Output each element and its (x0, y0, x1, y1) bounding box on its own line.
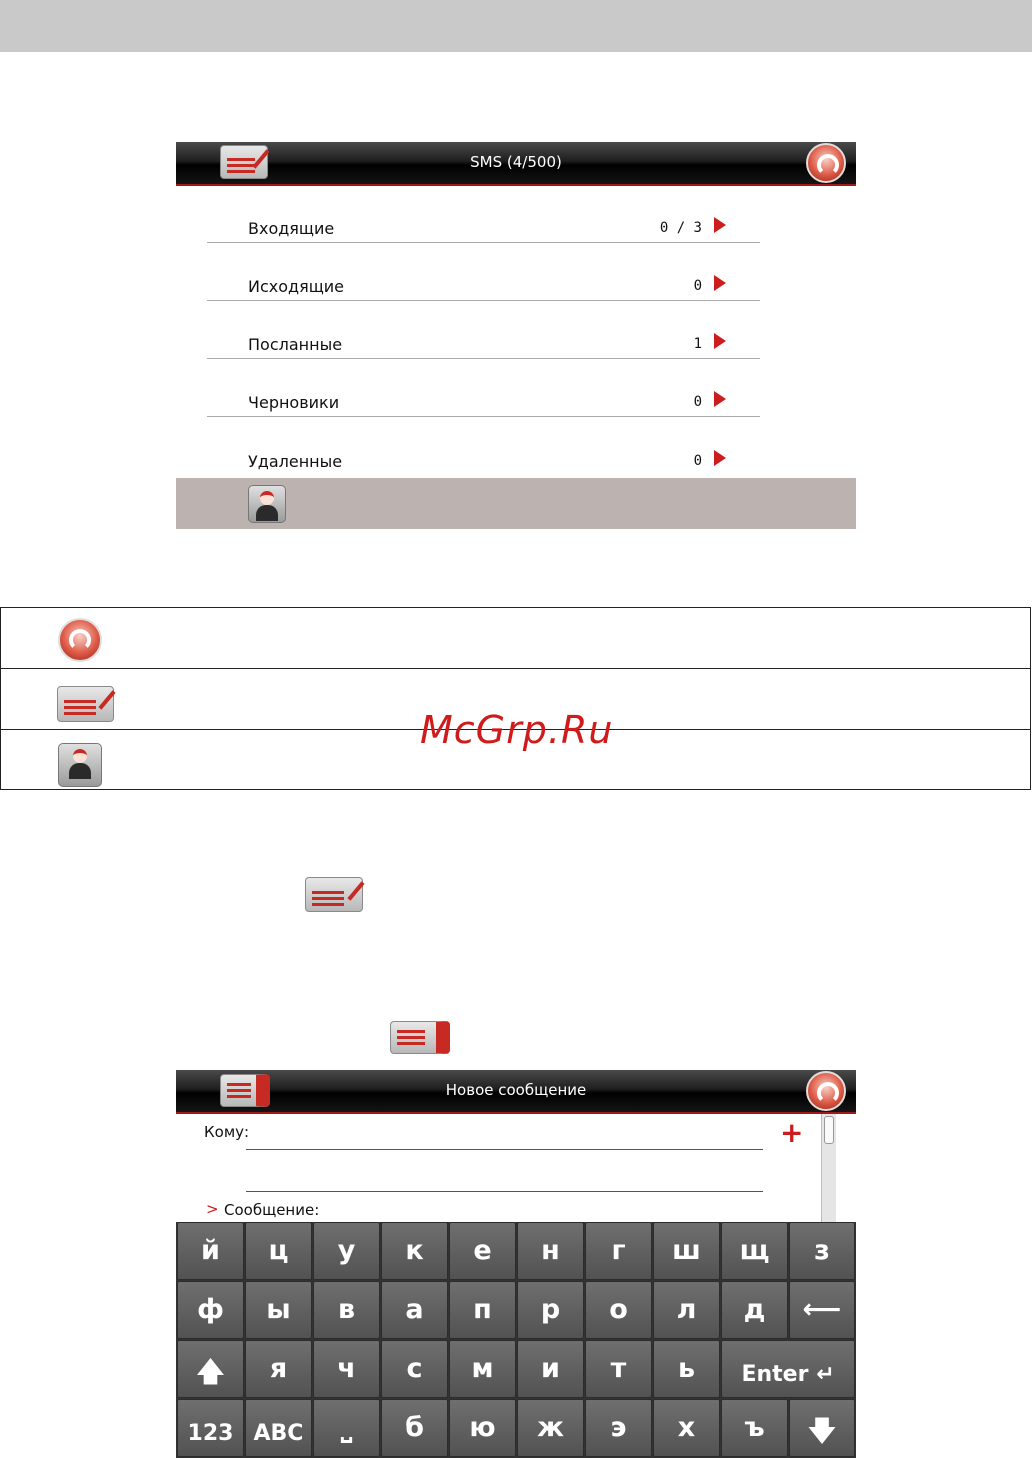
enter-key[interactable]: Enter ↵ (721, 1340, 855, 1398)
chevron-right-icon (714, 391, 726, 407)
key[interactable]: х (653, 1399, 720, 1457)
folder-row-deleted[interactable]: Удаленные 0 (207, 417, 760, 475)
legend-row-home (1, 608, 1030, 669)
home-icon (58, 618, 102, 662)
hide-keyboard-key[interactable]: 🡇 (789, 1399, 855, 1457)
key[interactable]: в (313, 1281, 380, 1339)
title-bar: SMS (4/500) (176, 142, 856, 186)
folder-count: 1 (693, 336, 702, 352)
folder-label: Черновики (248, 393, 340, 412)
folder-count: 0 (693, 453, 702, 469)
screen-title: SMS (4/500) (470, 153, 562, 171)
contacts-icon (58, 743, 102, 787)
folder-row-sent[interactable]: Посланные 1 (207, 300, 760, 359)
folder-label: Посланные (248, 335, 343, 354)
backspace-key[interactable]: ⟵ (789, 1281, 855, 1339)
key[interactable]: м (449, 1340, 516, 1398)
key[interactable]: п (449, 1281, 516, 1339)
key[interactable]: с (381, 1340, 448, 1398)
key[interactable]: д (721, 1281, 788, 1339)
chevron-right-icon (714, 450, 726, 466)
new-message-icon (305, 877, 365, 912)
folder-count: 0 / 3 (659, 220, 702, 236)
shift-key[interactable]: 🡅 (177, 1340, 244, 1398)
key[interactable]: у (313, 1222, 380, 1280)
recipient-field-2[interactable] (246, 1191, 763, 1192)
key[interactable]: о (585, 1281, 652, 1339)
key[interactable]: ч (313, 1340, 380, 1398)
sms-menu-screen: SMS (4/500) Входящие 0 / 3 Исходящие 0 П… (176, 142, 856, 529)
recipient-label: Кому: (204, 1123, 250, 1141)
folder-label: Удаленные (248, 452, 343, 471)
key[interactable]: ы (245, 1281, 312, 1339)
screen-title: Новое сообщение (445, 1081, 587, 1099)
key[interactable]: а (381, 1281, 448, 1339)
space-key[interactable]: ⎵ (313, 1399, 380, 1457)
home-icon[interactable] (806, 143, 846, 183)
key[interactable]: р (517, 1281, 584, 1339)
numbers-key[interactable]: 123 (177, 1399, 244, 1457)
key[interactable]: й (177, 1222, 244, 1280)
key[interactable]: б (381, 1399, 448, 1457)
key[interactable]: з (789, 1222, 855, 1280)
latin-layout-key[interactable]: ABC (245, 1399, 312, 1457)
chevron-right-icon (714, 333, 726, 349)
scrollbar[interactable] (821, 1114, 836, 1224)
icon-legend-table (0, 607, 1031, 790)
new-message-screen: Новое сообщение Кому: + > Сообщение: й ц… (176, 1070, 856, 1458)
key[interactable]: ц (245, 1222, 312, 1280)
key[interactable]: н (517, 1222, 584, 1280)
folder-row-outbox[interactable]: Исходящие 0 (207, 242, 760, 301)
new-message-icon (57, 686, 116, 722)
folder-label: Входящие (248, 219, 335, 238)
onscreen-keyboard: й ц у к е н г ш щ з ф ы в а п р о л д ⟵ … (176, 1222, 856, 1458)
chevron-right-icon (714, 275, 726, 291)
message-marker: > (206, 1200, 219, 1218)
top-banner (0, 0, 1032, 52)
add-recipient-button[interactable]: + (780, 1116, 803, 1149)
send-message-icon (390, 1021, 450, 1054)
folder-count: 0 (693, 278, 702, 294)
key[interactable]: и (517, 1340, 584, 1398)
key[interactable]: л (653, 1281, 720, 1339)
key[interactable]: ъ (721, 1399, 788, 1457)
key[interactable]: ш (653, 1222, 720, 1280)
key[interactable]: г (585, 1222, 652, 1280)
key[interactable]: я (245, 1340, 312, 1398)
key[interactable]: т (585, 1340, 652, 1398)
key[interactable]: ж (517, 1399, 584, 1457)
bottom-bar (176, 478, 856, 529)
title-bar: Новое сообщение (176, 1070, 856, 1114)
chevron-right-icon (714, 217, 726, 233)
recipient-field[interactable] (246, 1149, 763, 1150)
key[interactable]: ф (177, 1281, 244, 1339)
key[interactable]: щ (721, 1222, 788, 1280)
key[interactable]: э (585, 1399, 652, 1457)
key[interactable]: ь (653, 1340, 720, 1398)
folder-row-drafts[interactable]: Черновики 0 (207, 358, 760, 417)
folder-count: 0 (693, 394, 702, 410)
folder-row-inbox[interactable]: Входящие 0 / 3 (207, 184, 760, 243)
key[interactable]: е (449, 1222, 516, 1280)
watermark: McGrp.Ru (420, 708, 614, 752)
message-label: Сообщение: (224, 1201, 320, 1219)
key[interactable]: к (381, 1222, 448, 1280)
contacts-icon[interactable] (248, 485, 286, 523)
home-icon[interactable] (806, 1071, 846, 1111)
key[interactable]: ю (449, 1399, 516, 1457)
folder-label: Исходящие (248, 277, 345, 296)
